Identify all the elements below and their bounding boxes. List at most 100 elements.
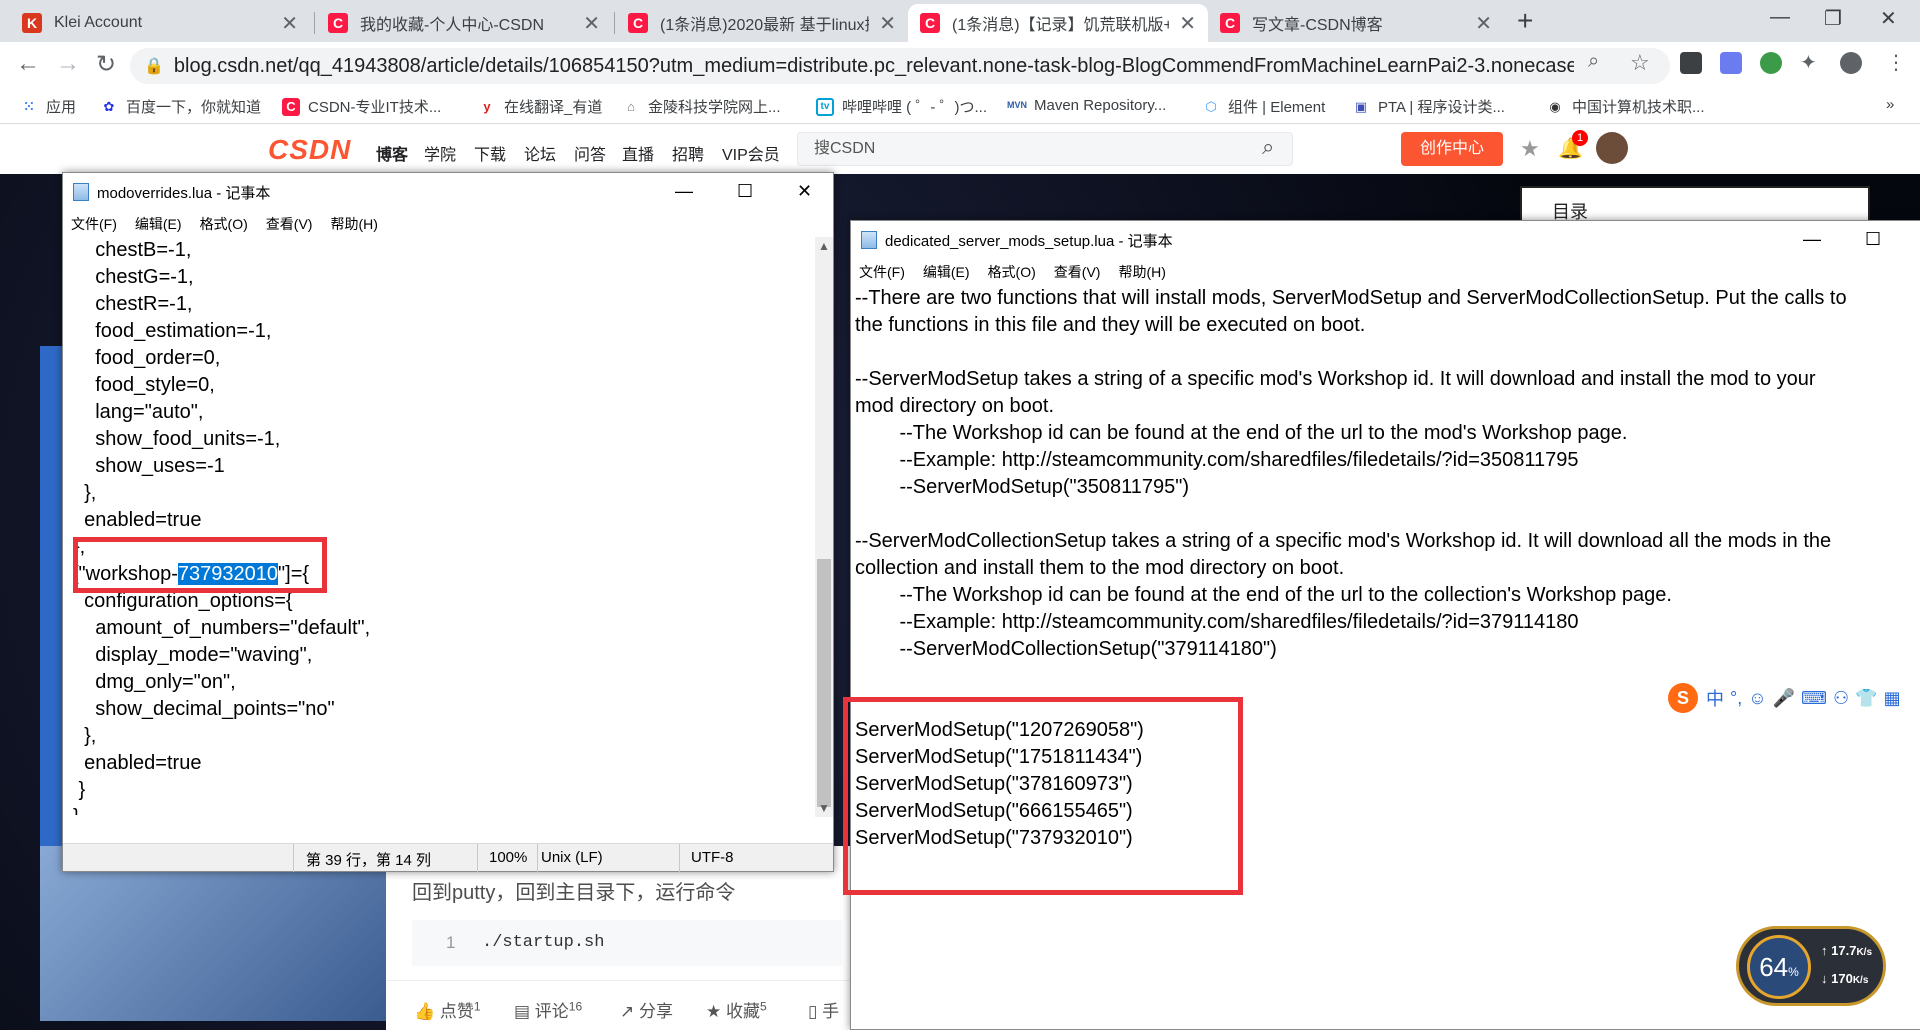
sidebar-ad-photo[interactable] — [40, 846, 386, 1021]
bookmark-star-icon[interactable]: ☆ — [1630, 50, 1650, 76]
nav-blog[interactable]: 博客 — [376, 141, 408, 165]
nav-jobs[interactable]: 招聘 — [672, 141, 704, 165]
skin-shirt-icon[interactable]: 👕 — [1855, 688, 1877, 709]
nav-vip[interactable]: VIP会员 — [722, 141, 780, 165]
nav-download[interactable]: 下载 — [474, 141, 506, 165]
emoji-icon[interactable]: ☺ — [1748, 688, 1766, 709]
bookmark-pta[interactable]: ▣ PTA | 程序设计类... — [1352, 96, 1505, 117]
menu-format[interactable]: 格式(O) — [200, 214, 248, 234]
microphone-icon[interactable]: 🎤 — [1773, 688, 1795, 709]
csdn-favicon-icon: C — [920, 13, 940, 33]
tab-close-icon[interactable]: ✕ — [1475, 11, 1492, 36]
keyboard-icon[interactable]: ⌨ — [1801, 688, 1827, 709]
menu-file[interactable]: 文件(F) — [859, 262, 905, 282]
menu-help[interactable]: 帮助(H) — [1118, 262, 1165, 282]
notepad-text-area[interactable]: --There are two functions that will inst… — [855, 285, 1915, 1025]
nav-forum[interactable]: 论坛 — [524, 141, 556, 165]
more-bookmarks-icon[interactable]: » — [1886, 96, 1894, 113]
minimize-window-icon[interactable]: — — [1770, 6, 1790, 29]
extensions-puzzle-icon[interactable]: ✦ — [1800, 50, 1817, 75]
nav-qa[interactable]: 问答 — [574, 141, 606, 165]
browser-menu-icon[interactable]: ⋮ — [1886, 50, 1906, 75]
bookmark-apps[interactable]: ⁙ 应用 — [20, 96, 76, 117]
notepad-text-area[interactable]: chestB=-1, chestG=-1, chestR=-1, food_es… — [73, 237, 813, 815]
scroll-up-arrow-icon[interactable]: ▲ — [818, 239, 830, 253]
youdao-icon: y — [483, 99, 491, 114]
menu-file[interactable]: 文件(F) — [71, 214, 117, 234]
scroll-down-arrow-icon[interactable]: ▼ — [818, 801, 830, 815]
menu-edit[interactable]: 编辑(E) — [135, 214, 182, 234]
bookmark-element[interactable]: ⬡ 组件 | Element — [1202, 96, 1325, 117]
menu-format[interactable]: 格式(O) — [988, 262, 1036, 282]
notepad-mods-setup-window[interactable]: dedicated_server_mods_setup.lua - 记事本 — … — [843, 220, 1920, 1030]
menu-view[interactable]: 查看(V) — [1054, 262, 1101, 282]
restore-window-icon[interactable]: ❐ — [1824, 6, 1842, 31]
reload-icon[interactable]: ↻ — [96, 50, 116, 79]
tab-linux-article[interactable]: C (1条消息)2020最新 基于linux搭 ✕ — [616, 4, 908, 42]
bookmark-csdn[interactable]: C CSDN-专业IT技术... — [282, 96, 441, 117]
scrollbar-thumb[interactable] — [817, 559, 831, 807]
bookmark-label: PTA | 程序设计类... — [1378, 99, 1505, 116]
tab-dst-record-active[interactable]: C (1条消息)【记录】饥荒联机版+ ✕ — [908, 4, 1208, 42]
like-button[interactable]: 👍 点赞1 — [414, 997, 481, 1022]
search-icon[interactable]: ⌕ — [1262, 134, 1274, 160]
menu-edit[interactable]: 编辑(E) — [923, 262, 970, 282]
toolbox-grid-icon[interactable]: ▦ — [1884, 688, 1901, 709]
notepad-modoverrides-window[interactable]: modoverrides.lua - 记事本 — ☐ ✕ 文件(F) 编辑(E)… — [62, 172, 834, 872]
tab-close-icon[interactable]: ✕ — [879, 11, 896, 36]
notepad-title-bar[interactable]: modoverrides.lua - 记事本 — [63, 173, 833, 211]
close-icon[interactable]: ✕ — [797, 181, 812, 202]
tab-klei-account[interactable]: K Klei Account ✕ — [10, 4, 310, 42]
user-avatar[interactable] — [1596, 132, 1628, 164]
extension-globe-icon[interactable] — [1760, 52, 1782, 74]
close-window-icon[interactable]: ✕ — [1880, 6, 1897, 31]
ime-toolbar[interactable]: S 中 °, ☺ 🎤 ⌨ ⚇ 👕 ▦ — [1662, 680, 1920, 716]
vertical-scrollbar[interactable]: ▲ ▼ — [815, 237, 833, 817]
ime-language-toggle[interactable]: 中 — [1706, 685, 1724, 711]
menu-view[interactable]: 查看(V) — [266, 214, 313, 234]
bookmark-youdao[interactable]: y 在线翻译_有道 — [478, 96, 602, 117]
collect-button[interactable]: ★ 收藏5 — [706, 997, 767, 1022]
maximize-icon[interactable]: ☐ — [737, 181, 753, 202]
bookmark-jinling[interactable]: ⌂ 金陵科技学院网上... — [622, 96, 780, 117]
share-button[interactable]: ↗ 分享 — [620, 997, 673, 1022]
mobile-button[interactable]: ▯ 手 — [808, 997, 839, 1022]
tab-close-icon[interactable]: ✕ — [583, 11, 600, 36]
bookmark-maven[interactable]: MVN Maven Repository... — [1007, 96, 1166, 114]
article-action-bar: 👍 点赞1 ▤ 评论16 ↗ 分享 ★ 收藏5 ▯ 手 — [386, 980, 856, 1030]
csdn-logo[interactable]: CSDN — [268, 134, 351, 166]
tab-csdn-favorites[interactable]: C 我的收藏-个人中心-CSDN ✕ — [316, 4, 612, 42]
extension-x-icon[interactable] — [1680, 52, 1702, 74]
extension-bird-icon[interactable] — [1720, 52, 1742, 74]
nav-live[interactable]: 直播 — [622, 141, 654, 165]
back-arrow-icon[interactable]: ← — [16, 50, 40, 78]
forward-arrow-icon[interactable]: → — [56, 50, 80, 78]
nav-academy[interactable]: 学院 — [424, 141, 456, 165]
code-line-number: 1 — [446, 933, 456, 952]
comment-button[interactable]: ▤ 评论16 — [514, 997, 582, 1022]
bookmark-baidu[interactable]: ✿ 百度一下，你就知道 — [100, 96, 261, 117]
minimize-icon[interactable]: — — [675, 181, 693, 202]
favorite-star-icon[interactable]: ★ — [1520, 136, 1540, 162]
notepad-title-bar[interactable]: dedicated_server_mods_setup.lua - 记事本 — [851, 221, 1920, 259]
address-bar[interactable]: 🔒 blog.csdn.net/qq_41943808/article/deta… — [130, 48, 1670, 84]
csdn-search-input[interactable]: 搜CSDN — [797, 132, 1293, 166]
tab-close-icon[interactable]: ✕ — [1179, 11, 1196, 36]
profile-avatar-icon[interactable] — [1840, 52, 1862, 74]
user-icon[interactable]: ⚇ — [1833, 688, 1849, 709]
ime-punctuation-toggle[interactable]: °, — [1730, 688, 1742, 709]
network-speed-widget[interactable]: 64% ↑ 17.7K/s ↓ 170K/s — [1736, 926, 1886, 1006]
menu-help[interactable]: 帮助(H) — [330, 214, 377, 234]
maximize-icon[interactable]: ☐ — [1865, 229, 1881, 250]
bookmark-bilibili[interactable]: tv 哔哩哔哩 ( ゜- ゜)つ... — [816, 96, 987, 117]
create-center-button[interactable]: 创作中心 — [1401, 132, 1503, 166]
new-tab-button[interactable]: + — [1517, 5, 1533, 37]
tab-close-icon[interactable]: ✕ — [281, 11, 298, 36]
globe-icon: ◉ — [1549, 98, 1561, 114]
minimize-icon[interactable]: — — [1803, 229, 1821, 250]
sogou-logo-icon[interactable]: S — [1668, 683, 1698, 713]
encoding: UTF-8 — [691, 849, 734, 866]
tab-write-article[interactable]: C 写文章-CSDN博客 ✕ — [1208, 4, 1504, 42]
zoom-search-icon[interactable]: ⌕ — [1588, 50, 1599, 73]
bookmark-computer-tech[interactable]: ◉ 中国计算机技术职... — [1546, 96, 1704, 117]
